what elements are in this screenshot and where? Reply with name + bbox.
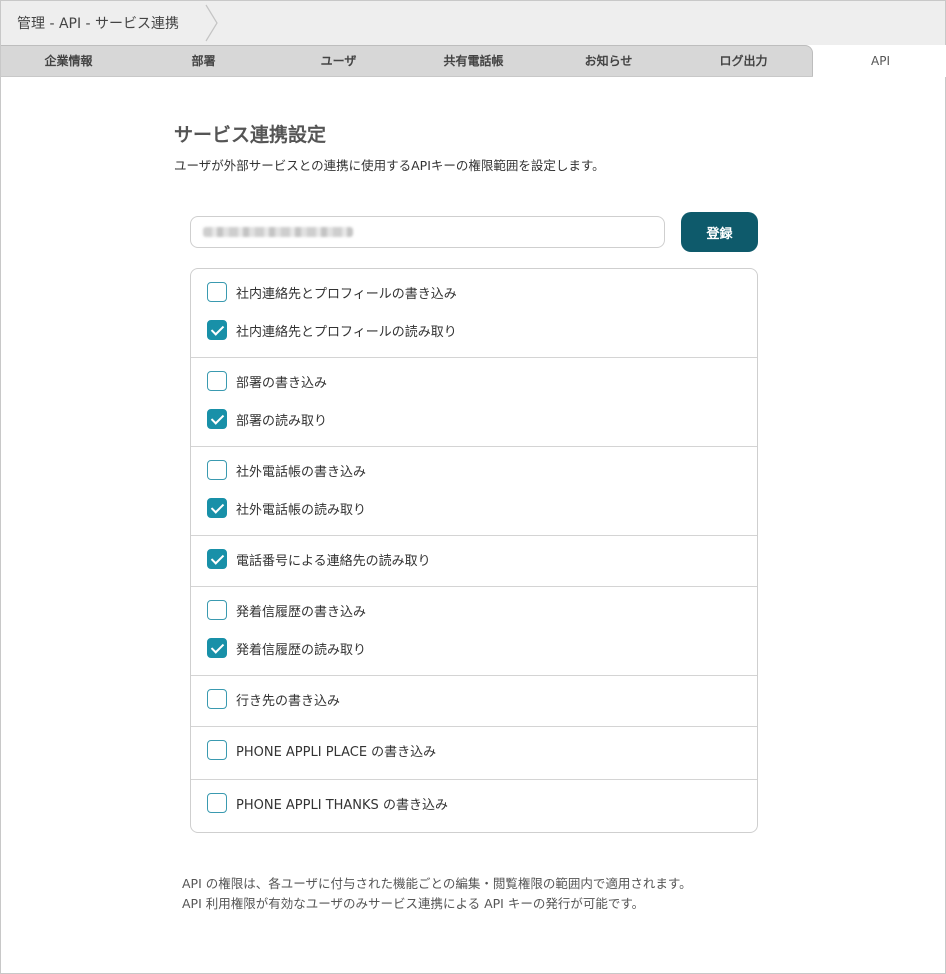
divider (191, 586, 757, 587)
permission-item[interactable]: PHONE APPLI PLACE の書き込み (207, 739, 436, 761)
permission-item[interactable]: PHONE APPLI THANKS の書き込み (207, 792, 448, 814)
breadcrumb-bar: 管理 - API - サービス連携 (1, 1, 945, 45)
footnotes: API の権限は、各ユーザに付与された機能ごとの編集・閲覧権限の範囲内で適用され… (182, 874, 692, 914)
permission-item[interactable]: 発着信履歴の書き込み (207, 599, 366, 621)
checkbox[interactable] (207, 460, 227, 480)
api-key-field[interactable] (190, 216, 665, 248)
tab-shared-phonebook[interactable]: 共有電話帳 (406, 45, 541, 76)
permission-item[interactable]: 部署の書き込み (207, 370, 327, 392)
checkbox[interactable] (207, 689, 227, 709)
permission-item[interactable]: 社内連絡先とプロフィールの書き込み (207, 281, 457, 303)
page-frame: 管理 - API - サービス連携 企業情報 部署 ユーザ 共有電話帳 お知らせ… (0, 0, 946, 974)
checkbox[interactable] (207, 638, 227, 658)
divider (191, 357, 757, 358)
divider (191, 675, 757, 676)
permission-label: 発着信履歴の読み取り (236, 642, 367, 658)
checkbox[interactable] (207, 549, 227, 569)
permission-label: 部署の読み取り (236, 413, 328, 429)
footnote-line: API の権限は、各ユーザに付与された機能ごとの編集・閲覧権限の範囲内で適用され… (182, 876, 692, 891)
page-description: ユーザが外部サービスとの連携に使用するAPIキーの権限範囲を設定します。 (174, 158, 605, 173)
permission-item[interactable]: 部署の読み取り (207, 408, 327, 430)
tab-company-info[interactable]: 企業情報 (1, 45, 136, 76)
permission-label: 部署の書き込み (236, 375, 328, 391)
permission-item[interactable]: 社内連絡先とプロフィールの読み取り (207, 319, 457, 341)
divider (191, 779, 757, 780)
checkbox[interactable] (207, 320, 227, 340)
page-title: サービス連携設定 (174, 124, 327, 146)
permission-label: 社外電話帳の書き込み (236, 464, 367, 480)
permission-item[interactable]: 行き先の書き込み (207, 688, 340, 710)
permission-label: 電話番号による連絡先の読み取り (236, 553, 431, 569)
breadcrumb: 管理 - API - サービス連携 (17, 16, 180, 32)
tab-api[interactable]: API (813, 45, 946, 77)
permission-item[interactable]: 発着信履歴の読み取り (207, 637, 366, 659)
register-button[interactable]: 登録 (681, 212, 758, 252)
divider (191, 446, 757, 447)
tab-users[interactable]: ユーザ (271, 45, 406, 76)
checkbox[interactable] (207, 282, 227, 302)
permission-list: 社内連絡先とプロフィールの書き込み 社内連絡先とプロフィールの読み取り 部署の書… (190, 268, 758, 833)
permission-label: 社外電話帳の読み取り (236, 502, 367, 518)
blurred-key-value (203, 227, 353, 237)
tab-log-output[interactable]: ログ出力 (676, 45, 811, 76)
divider (191, 535, 757, 536)
checkbox[interactable] (207, 793, 227, 813)
checkbox[interactable] (207, 409, 227, 429)
divider (191, 726, 757, 727)
tab-departments[interactable]: 部署 (136, 45, 271, 76)
permission-label: 社内連絡先とプロフィールの書き込み (236, 286, 457, 302)
chevron-right-icon (205, 4, 218, 42)
permission-item[interactable]: 社外電話帳の読み取り (207, 497, 366, 519)
permission-item[interactable]: 社外電話帳の書き込み (207, 459, 366, 481)
checkbox[interactable] (207, 600, 227, 620)
permission-item[interactable]: 電話番号による連絡先の読み取り (207, 548, 431, 570)
checkbox[interactable] (207, 371, 227, 391)
tab-notices[interactable]: お知らせ (541, 45, 676, 76)
permission-label: 行き先の書き込み (236, 693, 341, 709)
permission-label: PHONE APPLI PLACE の書き込み (236, 744, 437, 760)
tab-bar: 企業情報 部署 ユーザ 共有電話帳 お知らせ ログ出力 API (1, 45, 946, 77)
checkbox[interactable] (207, 740, 227, 760)
permission-label: 発着信履歴の書き込み (236, 604, 367, 620)
permission-label: 社内連絡先とプロフィールの読み取り (236, 324, 457, 340)
permission-label: PHONE APPLI THANKS の書き込み (236, 797, 448, 813)
checkbox[interactable] (207, 498, 227, 518)
footnote-line: API 利用権限が有効なユーザのみサービス連携による API キーの発行が可能で… (182, 896, 645, 911)
